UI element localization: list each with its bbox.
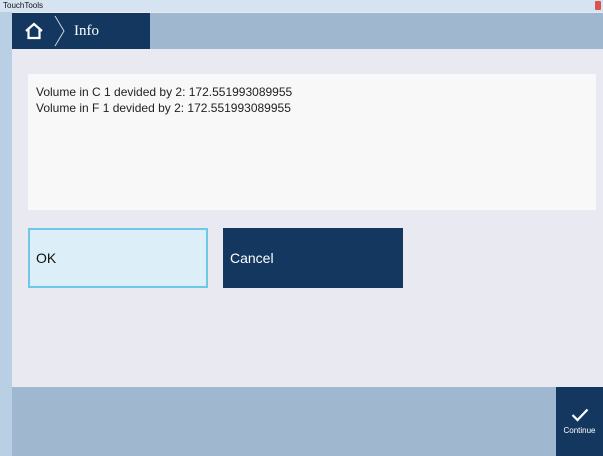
message-line: Volume in C 1 devided by 2: 172.55199308… bbox=[36, 85, 293, 99]
breadcrumb-label: Info bbox=[74, 23, 99, 39]
message-line: Volume in F 1 devided by 2: 172.55199308… bbox=[36, 101, 291, 115]
footer-bar: Continue bbox=[12, 387, 603, 456]
window-title: TouchTools bbox=[3, 1, 44, 10]
continue-button[interactable]: Continue bbox=[556, 387, 603, 456]
breadcrumb-separator-icon bbox=[54, 15, 65, 47]
close-icon[interactable] bbox=[595, 1, 601, 10]
message-box: Volume in C 1 devided by 2: 172.55199308… bbox=[28, 74, 596, 210]
ok-button[interactable]: OK bbox=[28, 228, 208, 288]
checkmark-icon bbox=[571, 408, 588, 422]
home-icon bbox=[25, 22, 43, 40]
left-edge-strip bbox=[0, 12, 12, 456]
ok-button-label: OK bbox=[36, 250, 57, 266]
app-content: Info Volume in C 1 devided by 2: 172.551… bbox=[12, 12, 603, 456]
cancel-button-label: Cancel bbox=[230, 250, 274, 266]
header-bar: Info bbox=[12, 13, 603, 49]
cancel-button[interactable]: Cancel bbox=[223, 228, 403, 288]
continue-label: Continue bbox=[563, 426, 596, 435]
breadcrumb: Info bbox=[12, 13, 150, 49]
home-button[interactable] bbox=[12, 13, 56, 49]
